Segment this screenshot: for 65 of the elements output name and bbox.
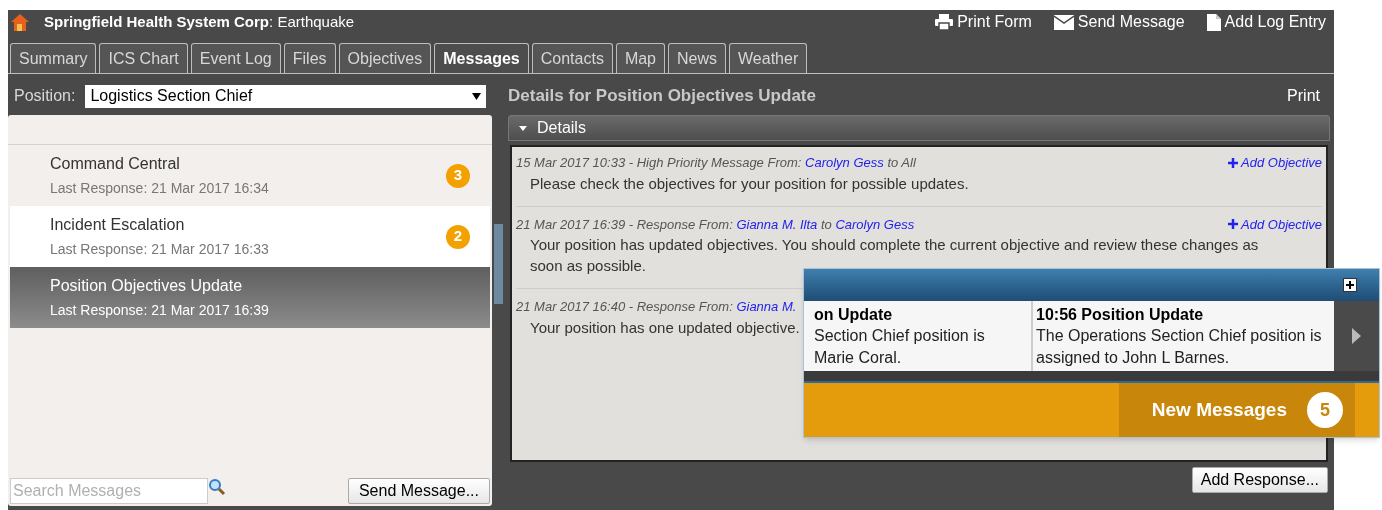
expanded-triangle-icon: [519, 125, 527, 131]
new-messages-count: 5: [1307, 392, 1343, 428]
thread-last-response: Last Response: 21 Mar 2017 16:33: [50, 240, 270, 259]
position-label: Position:: [14, 86, 76, 106]
plus-icon: [1228, 219, 1239, 230]
thread-item[interactable]: Incident Escalation Last Response: 21 Mar 2017 16:33 2: [10, 206, 490, 267]
thread-item[interactable]: Position Objectives Update Last Response: 21 Mar 2017 16:39: [10, 267, 490, 328]
notification-card[interactable]: 10:56 Position Update The Operations Section Chief position is assigned to John L Barnes.: [1031, 301, 1334, 371]
print-link[interactable]: Print: [1287, 84, 1320, 108]
message-body: Please check the objectives for your position for possible updates.: [530, 173, 969, 194]
unread-count-badge: 2: [446, 224, 470, 249]
header-action[interactable]: Send Message: [1053, 10, 1185, 34]
search-icon[interactable]: [208, 478, 226, 496]
splitter-handle[interactable]: [494, 224, 503, 304]
add-response-button[interactable]: Add Response...: [1191, 467, 1328, 493]
tab[interactable]: Summary: [10, 43, 97, 73]
tab[interactable]: News: [668, 43, 727, 73]
next-arrow-icon: [1352, 328, 1361, 344]
message-body: Your position has one updated objective.: [530, 317, 800, 338]
unread-count-badge: 3: [446, 163, 470, 188]
thread-title: Position Objectives Update: [50, 276, 244, 296]
tab[interactable]: Event Log: [190, 43, 281, 73]
sender-link[interactable]: Gianna M. Ilta: [736, 216, 818, 232]
expand-button[interactable]: [1343, 278, 1357, 292]
thread-last-response: Last Response: 21 Mar 2017 16:34: [50, 179, 270, 198]
tab[interactable]: Files: [283, 43, 336, 73]
new-messages-label: New Messages: [1151, 397, 1287, 422]
envelope-icon: [1053, 14, 1074, 30]
app-title: Springfield Health System Corp: Earthquake: [44, 11, 355, 32]
recipient-link[interactable]: Carolyn Gess: [835, 216, 915, 232]
header-action[interactable]: Print Form: [935, 10, 1032, 34]
plus-icon: [1346, 281, 1354, 289]
thread-title: Command Central: [50, 154, 181, 174]
dropdown-arrow-icon: [472, 92, 481, 100]
printer-icon: [935, 14, 954, 30]
thread-last-response: Last Response: 21 Mar 2017 16:39: [50, 301, 270, 320]
message-meta: 21 Mar 2017 16:40 - Response From: Gianna M.: [516, 298, 797, 316]
message-meta: 21 Mar 2017 16:39 - Response From: Gianna M. Ilta to Carolyn Gess: [516, 215, 915, 234]
message-body: Your position has updated objectives. You should complete the current objective and review these changes as soon as possible.: [530, 235, 1260, 276]
add-objective-link[interactable]: Add Objective: [1228, 214, 1322, 234]
message-meta: 15 Mar 2017 10:33 - High Priority Message From: Carolyn Gess to All: [516, 154, 916, 172]
tab[interactable]: Weather: [729, 43, 808, 73]
notification-text: The Operations Section Chief position is assigned to John L Barnes.: [1036, 326, 1323, 368]
add-objective-link[interactable]: Add Objective: [1228, 153, 1322, 173]
search-field[interactable]: Search Messages: [10, 478, 208, 504]
notification-card[interactable]: on Update Section Chief position is Marie Coral.: [804, 301, 1031, 371]
header-action[interactable]: Add Log Entry: [1206, 10, 1326, 34]
tab[interactable]: Objectives: [338, 43, 432, 73]
notification-title: on Update: [814, 305, 894, 325]
home-icon[interactable]: [10, 13, 30, 31]
sender-link[interactable]: Carolyn Gess: [805, 155, 884, 170]
notification-text: Section Chief position is Marie Coral.: [814, 326, 986, 368]
document-icon: [1206, 13, 1221, 31]
send-message-button[interactable]: Send Message...: [347, 478, 490, 504]
tab[interactable]: Contacts: [531, 43, 613, 73]
details-section-header[interactable]: Details: [508, 115, 1330, 141]
sender-link[interactable]: Gianna M.: [736, 299, 797, 314]
plus-icon: [1228, 157, 1239, 168]
position-dropdown[interactable]: Logistics Section Chief: [85, 84, 486, 108]
thread-title: Incident Escalation: [50, 215, 186, 235]
tab[interactable]: ICS Chart: [99, 43, 188, 73]
notification-title: 10:56 Position Update: [1036, 305, 1205, 325]
details-title: Details for Position Objectives Update: [508, 85, 816, 108]
tab[interactable]: Messages: [434, 43, 529, 73]
tab[interactable]: Map: [615, 43, 665, 73]
